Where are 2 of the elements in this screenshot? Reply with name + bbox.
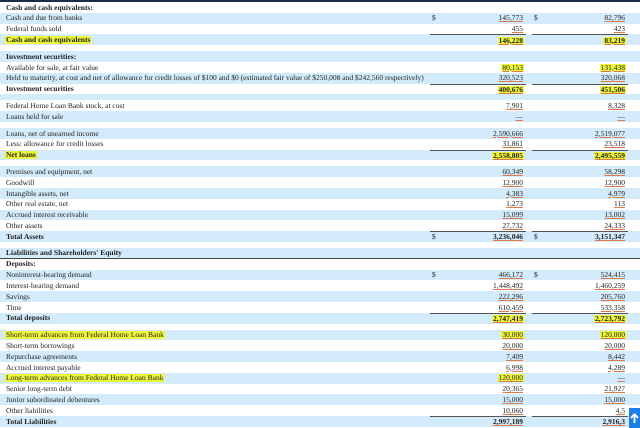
arrow-up-icon [630,412,639,424]
scroll-to-top-button[interactable] [629,408,640,428]
